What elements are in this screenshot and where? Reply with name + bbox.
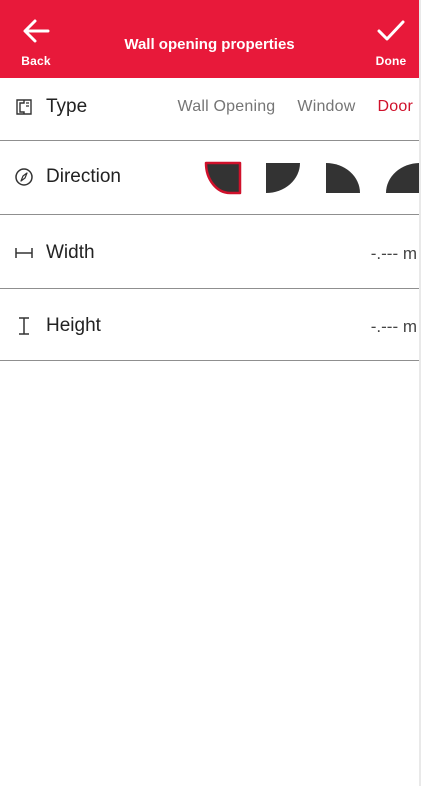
type-row: Type Wall Opening Window Door: [0, 78, 419, 141]
done-label: Done: [375, 54, 407, 68]
direction-selector: [204, 161, 419, 195]
back-label: Back: [21, 54, 51, 68]
direction-row: Direction: [0, 141, 419, 215]
checkmark-icon: [376, 18, 406, 48]
wall-opening-icon: [14, 97, 34, 117]
direction-label: Direction: [46, 166, 121, 187]
height-label-group: Height: [14, 315, 101, 337]
height-label: Height: [46, 315, 101, 336]
width-label-group: Width: [14, 242, 95, 264]
width-row[interactable]: Width -.--- m: [0, 215, 419, 289]
type-selector: Wall Opening Window Door: [156, 98, 413, 116]
type-option-window[interactable]: Window: [297, 98, 355, 116]
door-direction-3-icon[interactable]: [324, 161, 362, 195]
page-title: Wall opening properties: [124, 36, 295, 53]
door-direction-2-icon[interactable]: [264, 161, 302, 195]
type-label: Type: [46, 96, 88, 117]
height-value: -.--- m: [370, 317, 417, 336]
door-direction-1-icon[interactable]: [204, 161, 242, 195]
width-value: -.--- m: [370, 244, 417, 263]
direction-label-group: Direction: [14, 166, 121, 188]
width-icon: [14, 243, 34, 263]
screen: Back Wall opening properties Done Type W…: [0, 0, 419, 786]
width-label: Width: [46, 242, 95, 263]
type-label-group: Type: [14, 96, 87, 118]
type-option-door[interactable]: Door: [378, 98, 413, 116]
height-icon: [14, 316, 34, 336]
top-bar: Back Wall opening properties Done: [0, 0, 419, 78]
type-option-wall-opening[interactable]: Wall Opening: [178, 98, 276, 116]
done-button[interactable]: Done: [367, 0, 415, 78]
door-direction-4-icon[interactable]: [384, 161, 419, 195]
compass-icon: [14, 167, 34, 187]
height-row[interactable]: Height -.--- m: [0, 289, 419, 361]
